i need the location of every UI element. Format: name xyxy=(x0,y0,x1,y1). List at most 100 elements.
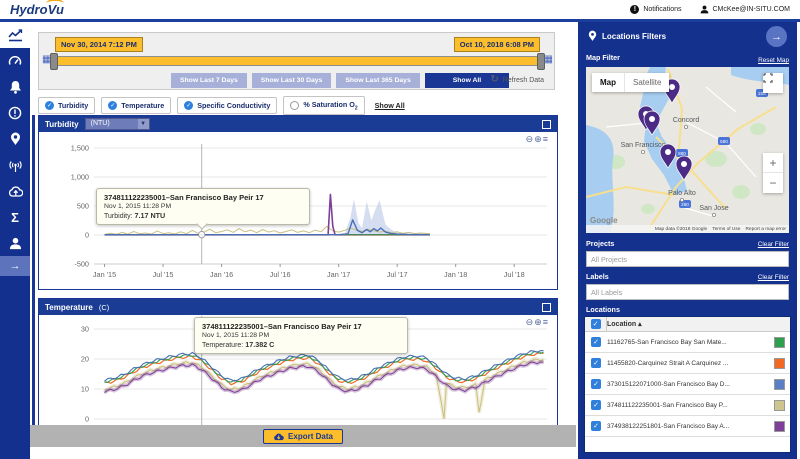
locations-filters-panel: Locations Filters → Map Filter Reset Map… xyxy=(578,22,797,459)
svg-text:Jul '16: Jul '16 xyxy=(270,270,291,279)
location-row[interactable]: ✓ 374938122251801-San Francisco Bay A... xyxy=(585,416,790,437)
location-column-header[interactable]: Location ▴ xyxy=(607,320,642,328)
slider-handle-end[interactable] xyxy=(537,53,545,70)
parameter-toggle[interactable]: % Saturation O2 xyxy=(283,96,364,115)
temperature-zoom-tools: ⊖⊕≡ xyxy=(526,317,549,328)
location-row[interactable]: ✓11162765-San Francisco Bay San Mate... xyxy=(585,332,790,353)
turbidity-tooltip: 374811122235001–San Francisco Bay Peir 1… xyxy=(96,188,310,225)
location-name: 374811122235001-San Francisco Bay P... xyxy=(607,402,769,409)
end-date-chip[interactable]: Oct 10, 2018 6:08 PM xyxy=(454,37,540,52)
refresh-data-button[interactable]: ↻ Refresh Data xyxy=(490,75,544,85)
location-row[interactable]: ✓373015122071000-San Francisco Bay D... xyxy=(585,374,790,395)
series-color-swatch xyxy=(774,337,785,348)
show-all-parameters-link[interactable]: Show All xyxy=(375,101,405,110)
sidebar-item-calculations[interactable]: Σ xyxy=(0,204,30,230)
map-type-switch: Map Satellite xyxy=(592,73,669,92)
sidebar-item-locations[interactable] xyxy=(0,126,30,152)
sidebar-item-charts[interactable] xyxy=(0,22,30,48)
map-filter-label: Map Filter xyxy=(586,53,620,62)
user-menu-button[interactable]: CMcKee@IN-SITU.COM xyxy=(700,5,791,14)
location-name: 374938122251801-San Francisco Bay A... xyxy=(607,423,769,430)
svg-text:Jan '15: Jan '15 xyxy=(93,270,116,279)
map-filter[interactable]: 205880580280ConcordSan FranciscoPalo Alt… xyxy=(586,67,789,233)
range-button[interactable]: Show Last 7 Days xyxy=(171,73,247,88)
report-error-link[interactable]: Report a map error xyxy=(745,227,786,232)
svg-text:Jan '17: Jan '17 xyxy=(327,270,350,279)
reset-map-link[interactable]: Reset Map xyxy=(758,57,789,64)
collapse-panel-button[interactable]: → xyxy=(766,26,787,47)
terms-link[interactable]: Terms of Use xyxy=(712,227,740,232)
location-name: 11455820-Carquinez Strait A Carquinez ..… xyxy=(607,360,769,367)
time-range-slider[interactable] xyxy=(53,56,542,66)
sidebar-item-upload[interactable] xyxy=(0,178,30,204)
clear-projects-filter-link[interactable]: Clear Filter xyxy=(758,241,789,248)
chart-menu-icon[interactable]: ≡ xyxy=(543,317,549,327)
location-checkbox[interactable]: ✓ xyxy=(591,421,601,431)
sort-asc-icon: ▴ xyxy=(638,321,642,328)
slider-handle-start[interactable] xyxy=(50,53,58,70)
google-logo: Google xyxy=(590,216,618,225)
labels-filter-input[interactable] xyxy=(586,284,789,300)
map-zoom-out-button[interactable]: − xyxy=(763,173,783,193)
start-date-chip[interactable]: Nov 30, 2014 7:12 PM xyxy=(55,37,143,52)
map-fullscreen-button[interactable] xyxy=(763,73,783,93)
parameter-label: % Saturation O2 xyxy=(303,100,357,111)
temperature-title: Temperature xyxy=(45,303,93,312)
location-checkbox[interactable]: ✓ xyxy=(591,400,601,410)
refresh-label: Refresh Data xyxy=(503,77,544,84)
range-button[interactable]: Show Last 365 Days xyxy=(336,73,419,88)
parameter-toggle[interactable]: ✓Specific Conductivity xyxy=(177,97,277,114)
left-sidebar: Σ → xyxy=(0,22,30,459)
parameter-toggle[interactable]: ✓Turbidity xyxy=(38,97,95,114)
sidebar-item-telemetry[interactable] xyxy=(0,152,30,178)
svg-text:0: 0 xyxy=(85,415,89,424)
zoom-in-icon[interactable]: ⊕ xyxy=(534,134,543,144)
range-button[interactable]: Show Last 30 Days xyxy=(252,73,332,88)
parameter-label: Temperature xyxy=(121,101,164,110)
location-row[interactable]: ✓ 11455820-Carquinez Strait A Carquinez .… xyxy=(585,353,790,374)
chart-menu-icon[interactable]: ≡ xyxy=(543,134,549,144)
series-color-swatch xyxy=(774,358,785,369)
expand-chart-icon[interactable] xyxy=(542,120,551,129)
svg-text:1,000: 1,000 xyxy=(71,173,89,182)
turbidity-unit-dropdown[interactable]: (NTU) ▼ xyxy=(85,118,150,130)
sidebar-item-alarms[interactable] xyxy=(0,74,30,100)
map-zoom-in-button[interactable]: + xyxy=(763,153,783,173)
zoom-in-icon[interactable]: ⊕ xyxy=(534,317,543,327)
zoom-out-icon[interactable]: ⊖ xyxy=(526,134,535,144)
attribution-text: Map data ©2018 Google xyxy=(655,227,707,232)
svg-text:10: 10 xyxy=(81,385,89,394)
sidebar-item-dashboard[interactable] xyxy=(0,48,30,74)
svg-text:-500: -500 xyxy=(74,260,89,269)
content-edge-strip xyxy=(32,115,35,440)
export-data-button[interactable]: Export Data xyxy=(263,429,343,444)
select-all-checkbox[interactable]: ✓ xyxy=(591,319,601,329)
export-bar: Export Data xyxy=(30,425,576,447)
city-label: Palo Alto xyxy=(668,190,696,197)
sidebar-item-users[interactable] xyxy=(0,230,30,256)
user-icon xyxy=(700,5,709,14)
tooltip-location: 374811122235001–San Francisco Bay Peir 1… xyxy=(202,322,400,331)
fullscreen-icon xyxy=(763,73,773,83)
location-checkbox[interactable]: ✓ xyxy=(591,337,601,347)
map-pin-icon xyxy=(588,30,597,42)
refresh-icon: ↻ xyxy=(490,75,498,85)
zoom-out-icon[interactable]: ⊖ xyxy=(526,317,535,327)
expand-chart-icon[interactable] xyxy=(542,303,551,312)
projects-filter-input[interactable] xyxy=(586,251,789,267)
satellite-button[interactable]: Satellite xyxy=(624,73,669,92)
tooltip-value: 7.17 NTU xyxy=(134,211,165,220)
notifications-label: Notifications xyxy=(643,6,681,13)
sidebar-collapse-button[interactable]: → xyxy=(0,256,30,276)
clear-labels-filter-link[interactable]: Clear Filter xyxy=(758,274,789,281)
location-row[interactable]: ✓ 374811122235001-San Francisco Bay P... xyxy=(585,395,790,416)
date-range-panel: Nov 30, 2014 7:12 PM Oct 10, 2018 6:08 P… xyxy=(38,32,555,90)
parameter-toggle[interactable]: ✓Temperature xyxy=(101,97,171,114)
locations-table: ✓ Location ▴ ✓11162765-San Francisco Bay… xyxy=(584,316,791,453)
location-checkbox[interactable]: ✓ xyxy=(591,379,601,389)
notifications-button[interactable]: ! Notifications xyxy=(630,5,681,14)
sidebar-item-alerts[interactable] xyxy=(0,100,30,126)
svg-text:30: 30 xyxy=(81,325,89,334)
map-button[interactable]: Map xyxy=(592,73,624,92)
location-checkbox[interactable]: ✓ xyxy=(591,358,601,368)
